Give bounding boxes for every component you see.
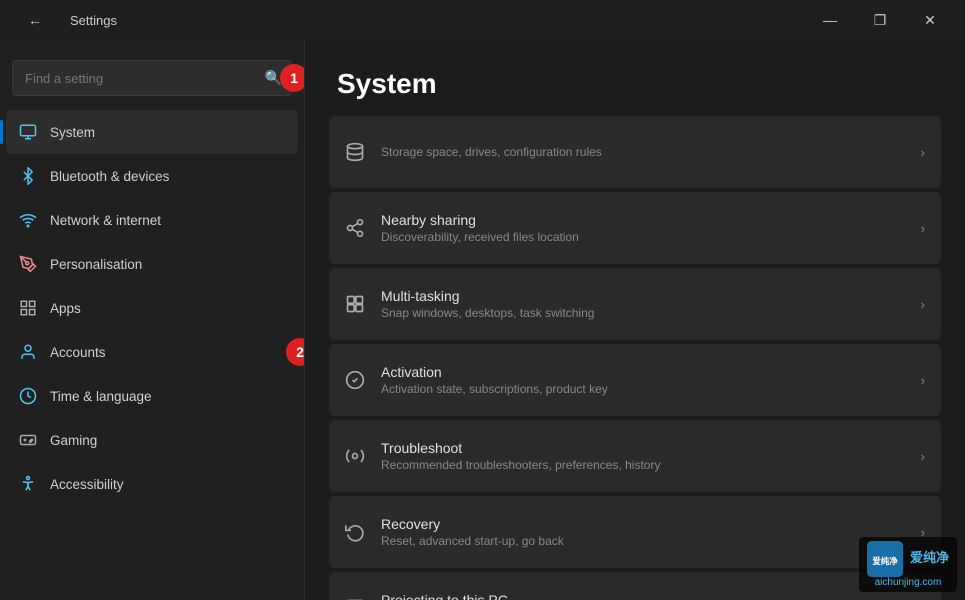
apps-icon [18, 298, 38, 318]
sidebar-item-bluetooth[interactable]: Bluetooth & devices [6, 154, 298, 198]
multi-tasking-icon [345, 294, 365, 314]
storage-icon [345, 142, 365, 162]
search-input[interactable] [12, 60, 292, 96]
sidebar-label-system: System [50, 125, 95, 140]
accessibility-icon [18, 474, 38, 494]
brush-icon [18, 254, 38, 274]
sidebar-label-gaming: Gaming [50, 433, 97, 448]
svg-text:爱纯净: 爱纯净 [872, 556, 898, 566]
back-button[interactable]: ← [12, 5, 58, 35]
accounts-icon [18, 342, 38, 362]
storage-desc: Storage space, drives, configuration rul… [381, 145, 602, 159]
nearby-sharing-title: Nearby sharing [381, 212, 579, 228]
nearby-sharing-chevron: › [921, 221, 925, 236]
sidebar-item-network[interactable]: Network & internet [6, 198, 298, 242]
recovery-desc: Reset, advanced start-up, go back [381, 534, 564, 548]
titlebar: ← Settings — ❐ ✕ [0, 0, 965, 40]
recovery-icon [345, 522, 365, 542]
watermark-line1: 爱纯净 [910, 550, 949, 565]
sidebar-item-apps[interactable]: Apps [6, 286, 298, 330]
search-container: 🔍 1 [12, 60, 292, 96]
multi-tasking-title: Multi-tasking [381, 288, 594, 304]
wifi-icon [18, 210, 38, 230]
sidebar: 🔍 1 System Bluetooth & [0, 40, 305, 600]
settings-item-troubleshoot[interactable]: Troubleshoot Recommended troubleshooters… [329, 420, 941, 492]
watermark-line2: aichunjing.com [867, 577, 949, 588]
sidebar-label-accessibility: Accessibility [50, 477, 124, 492]
annotation-2: 2 [286, 338, 305, 366]
gaming-icon [18, 430, 38, 450]
sidebar-label-accounts: Accounts [50, 345, 106, 360]
annotation-1: 1 [280, 64, 305, 92]
watermark: 爱纯净 爱纯净 aichunjing.com [859, 537, 957, 592]
multi-tasking-desc: Snap windows, desktops, task switching [381, 306, 594, 320]
sidebar-label-time: Time & language [50, 389, 152, 404]
time-icon [18, 386, 38, 406]
watermark-logo: 爱纯净 爱纯净 [867, 541, 949, 577]
content-area: 🔍 1 System Bluetooth & [0, 40, 965, 600]
troubleshoot-title: Troubleshoot [381, 440, 660, 456]
page-header: System [305, 40, 965, 116]
multi-tasking-chevron: › [921, 297, 925, 312]
projecting-title: Projecting to this PC [381, 592, 594, 600]
sidebar-item-system[interactable]: System [6, 110, 298, 154]
sidebar-item-accessibility[interactable]: Accessibility [6, 462, 298, 506]
settings-item-recovery[interactable]: Recovery Reset, advanced start-up, go ba… [329, 496, 941, 568]
troubleshoot-chevron: › [921, 449, 925, 464]
window: ← Settings — ❐ ✕ 🔍 1 [0, 0, 965, 600]
storage-chevron: › [921, 145, 925, 160]
activation-title: Activation [381, 364, 608, 380]
settings-item-activation[interactable]: Activation Activation state, subscriptio… [329, 344, 941, 416]
nearby-sharing-desc: Discoverability, received files location [381, 230, 579, 244]
troubleshoot-icon [345, 446, 365, 466]
sidebar-label-apps: Apps [50, 301, 81, 316]
page-title: System [337, 68, 933, 100]
settings-list: Storage space, drives, configuration rul… [305, 116, 965, 600]
sidebar-item-time[interactable]: Time & language [6, 374, 298, 418]
activation-icon [345, 370, 365, 390]
main-content: System Storage space, drives, configurat… [305, 40, 965, 600]
activation-chevron: › [921, 373, 925, 388]
troubleshoot-desc: Recommended troubleshooters, preferences… [381, 458, 660, 472]
settings-item-multi-tasking[interactable]: Multi-tasking Snap windows, desktops, ta… [329, 268, 941, 340]
recovery-title: Recovery [381, 516, 564, 532]
sidebar-item-personalisation[interactable]: Personalisation [6, 242, 298, 286]
bluetooth-icon [18, 166, 38, 186]
settings-item-projecting[interactable]: Projecting to this PC Permissions, pairi… [329, 572, 941, 600]
monitor-icon [18, 122, 38, 142]
settings-item-nearby-sharing[interactable]: Nearby sharing Discoverability, received… [329, 192, 941, 264]
sidebar-label-bluetooth: Bluetooth & devices [50, 169, 169, 184]
titlebar-left: ← Settings [12, 5, 117, 35]
sidebar-label-personalisation: Personalisation [50, 257, 142, 272]
minimize-button[interactable]: — [807, 5, 853, 35]
sidebar-item-accounts[interactable]: Accounts 2 [6, 330, 298, 374]
titlebar-controls: — ❐ ✕ [807, 5, 953, 35]
sidebar-item-gaming[interactable]: Gaming [6, 418, 298, 462]
activation-desc: Activation state, subscriptions, product… [381, 382, 608, 396]
window-title: Settings [70, 13, 117, 28]
sidebar-label-network: Network & internet [50, 213, 161, 228]
nearby-sharing-icon [345, 218, 365, 238]
maximize-button[interactable]: ❐ [857, 5, 903, 35]
close-button[interactable]: ✕ [907, 5, 953, 35]
settings-item-storage[interactable]: Storage space, drives, configuration rul… [329, 116, 941, 188]
